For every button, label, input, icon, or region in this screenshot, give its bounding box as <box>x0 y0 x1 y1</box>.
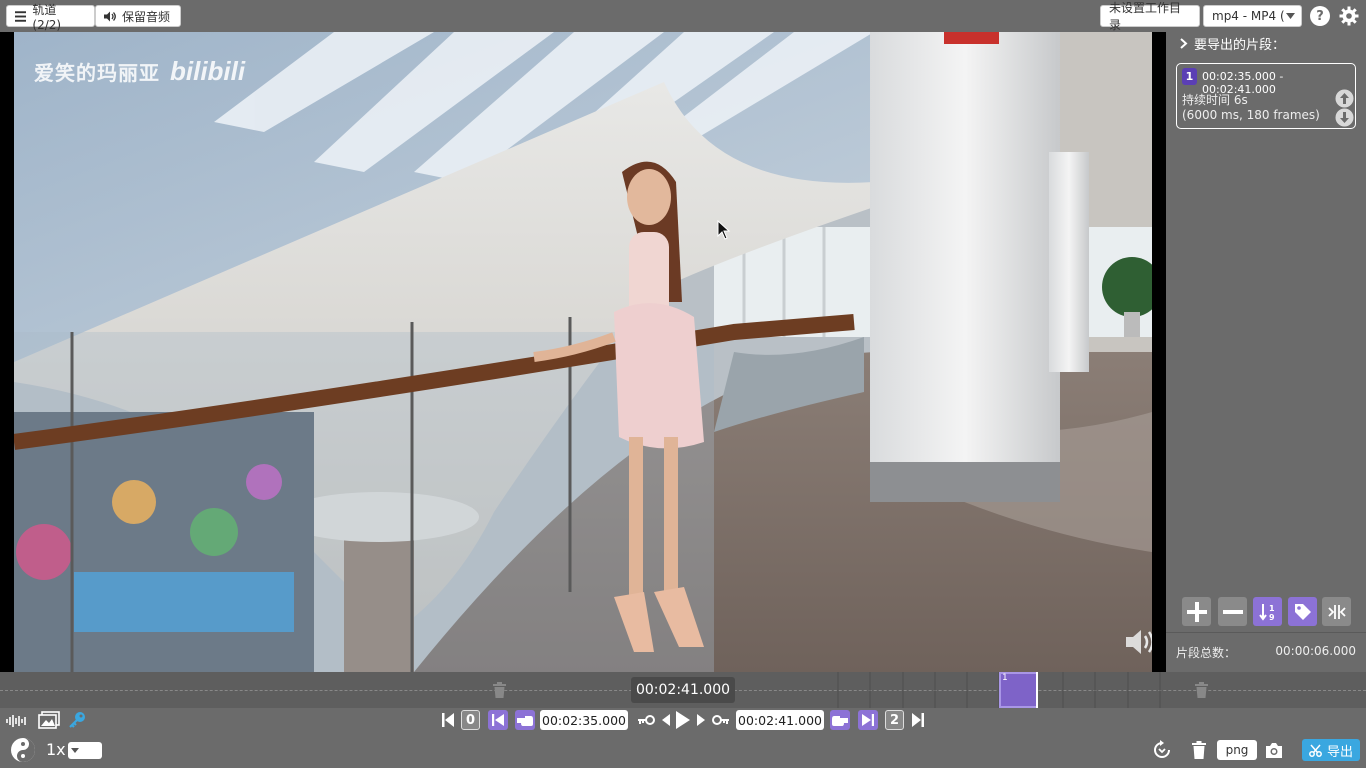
format-select[interactable]: mp4 - MP4 ( <box>1203 5 1302 27</box>
jump-end-icon[interactable] <box>912 713 924 727</box>
segment-index: 1 <box>1185 70 1194 83</box>
jump-cut-end-button[interactable] <box>858 710 878 730</box>
export-label: 导出 <box>1326 744 1353 760</box>
watermark: 爱笑的玛丽亚 bilibili <box>34 56 245 87</box>
play-icon[interactable] <box>676 711 690 729</box>
hand-right-icon <box>832 716 848 726</box>
timeline-segment[interactable]: 1 <box>999 672 1038 708</box>
total-value: 00:00:06.000 <box>1275 644 1356 658</box>
prev-frame-icon[interactable] <box>662 714 670 726</box>
plus-icon <box>1186 601 1207 622</box>
export-button[interactable]: 导出 <box>1302 739 1360 761</box>
current-time: 00:02:41.000 <box>635 682 731 698</box>
watermark-text: 爱笑的玛丽亚 <box>34 61 160 85</box>
cut-end-input[interactable]: 00:02:41.000 <box>736 710 824 730</box>
controls-bar: 0 00:02:35.000 00:02:41.000 2 1x png 导出 <box>0 708 1366 768</box>
playhead[interactable] <box>1036 672 1038 708</box>
total-label: 片段总数： <box>1176 646 1237 660</box>
panel-divider <box>1166 632 1366 633</box>
workdir-label: 未设置工作目录 <box>1109 1 1182 32</box>
mouse-cursor-icon <box>717 220 731 240</box>
panel-header[interactable]: 要导出的片段： <box>1180 34 1285 53</box>
timeline[interactable]: 00:02:41.000 1 <box>0 672 1366 708</box>
waveform-icon[interactable] <box>6 714 28 728</box>
segment-duration: 持续时间 6s <box>1182 93 1248 107</box>
set-cut-end-button[interactable] <box>830 710 850 730</box>
svg-text:1: 1 <box>1269 604 1275 613</box>
format-label: mp4 - MP4 ( <box>1212 9 1285 23</box>
sort-segments-button[interactable]: 19 <box>1253 597 1282 626</box>
minus-icon <box>1222 609 1243 614</box>
sort-icon: 19 <box>1258 603 1275 622</box>
video-player[interactable]: 爱笑的玛丽亚 bilibili <box>0 32 1166 672</box>
speaker-icon <box>104 11 116 21</box>
hand-left-icon <box>517 716 533 726</box>
cut-start-input[interactable]: 00:02:35.000 <box>540 710 628 730</box>
step-forward-icon <box>862 714 874 726</box>
trash-icon[interactable] <box>492 682 507 698</box>
menu-icon <box>15 10 27 22</box>
step-back-icon <box>492 714 504 726</box>
keep-audio-button[interactable]: 保留音频 <box>95 5 181 27</box>
label-segment-button[interactable] <box>1288 597 1317 626</box>
tracks-button[interactable]: 轨道 (2/2) <box>6 3 95 32</box>
speed-label: 1x <box>46 740 66 759</box>
scissors-icon <box>1309 744 1322 757</box>
current-time-display: 00:02:41.000 <box>631 677 735 703</box>
tag-icon <box>1294 603 1311 620</box>
key-icon[interactable] <box>68 711 86 729</box>
help-icon[interactable]: ? <box>1310 6 1330 26</box>
rotate-icon[interactable] <box>1151 739 1173 761</box>
top-bar: 轨道 (2/2) 保留音频 未设置工作目录 mp4 - MP4 ( ? <box>0 0 1366 32</box>
segment-item[interactable]: 1 00:02:35.000 - 00:02:41.000 持续时间 6s (6… <box>1176 63 1356 129</box>
gear-icon[interactable] <box>1338 5 1360 27</box>
jump-start-icon[interactable] <box>442 713 454 727</box>
remove-segment-button[interactable] <box>1218 597 1247 626</box>
video-scene-image <box>14 32 1152 672</box>
jump-cut-start-button[interactable] <box>488 710 508 730</box>
move-up-icon[interactable] <box>1335 89 1354 108</box>
panel-title: 要导出的片段： <box>1194 38 1286 53</box>
speed-select[interactable] <box>68 742 102 759</box>
logo-icon[interactable] <box>10 737 36 763</box>
trash-icon[interactable] <box>1191 741 1207 759</box>
segments-panel: 要导出的片段： 1 00:02:35.000 - 00:02:41.000 持续… <box>1166 32 1366 672</box>
split-segment-button[interactable] <box>1322 597 1351 626</box>
start-segment-num: 0 <box>465 712 476 728</box>
workdir-button[interactable]: 未设置工作目录 <box>1100 1 1200 32</box>
add-segment-button[interactable] <box>1182 597 1211 626</box>
screenshot-format-select[interactable]: png <box>1217 740 1257 760</box>
move-down-icon[interactable] <box>1335 108 1354 127</box>
set-cut-start-button[interactable] <box>515 710 535 730</box>
segment-index-badge: 1 <box>1182 68 1197 85</box>
end-segment-number[interactable]: 2 <box>885 710 904 730</box>
cut-start-value: 00:02:35.000 <box>542 712 626 728</box>
chevron-right-icon <box>1180 38 1188 49</box>
chevron-down-icon <box>1286 13 1295 19</box>
watermark-logo: bilibili <box>170 56 246 86</box>
next-frame-icon[interactable] <box>697 714 705 726</box>
start-segment-number[interactable]: 0 <box>461 710 480 730</box>
timeline-segment-label: 1 <box>1002 673 1008 683</box>
svg-text:9: 9 <box>1269 613 1275 622</box>
screenshot-format: png <box>1225 743 1249 757</box>
trash-icon[interactable] <box>1194 682 1209 698</box>
key-small-icon[interactable] <box>637 714 655 726</box>
key-small-icon[interactable] <box>712 714 730 726</box>
thumbnails-icon[interactable] <box>38 711 60 729</box>
keep-audio-label: 保留音频 <box>122 9 171 24</box>
split-icon <box>1327 604 1346 619</box>
chevron-down-icon <box>71 748 79 753</box>
cut-end-value: 00:02:41.000 <box>738 712 822 728</box>
video-frame: 爱笑的玛丽亚 bilibili <box>14 32 1152 672</box>
tracks-label: 轨道 (2/2) <box>32 2 62 32</box>
segment-details: (6000 ms, 180 frames) <box>1182 108 1320 122</box>
volume-icon[interactable] <box>1124 628 1152 656</box>
end-segment-num: 2 <box>889 712 900 728</box>
camera-icon[interactable] <box>1265 743 1283 758</box>
